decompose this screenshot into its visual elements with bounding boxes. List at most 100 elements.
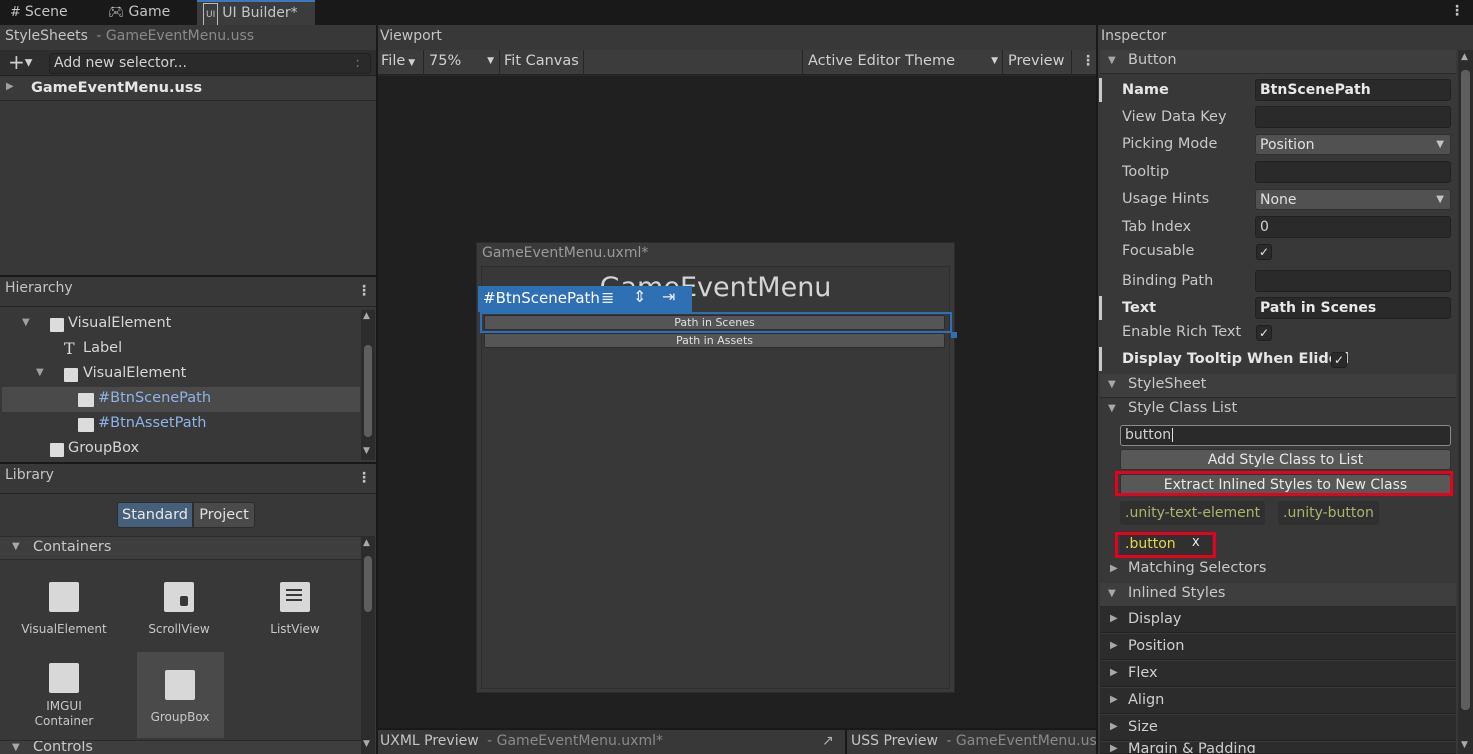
add-stylesheet-icon[interactable]: +▼ bbox=[8, 52, 32, 74]
splitter[interactable] bbox=[0, 462, 376, 464]
resize-handle[interactable] bbox=[951, 332, 957, 338]
divider bbox=[499, 50, 500, 75]
add-style-class-button[interactable]: Add Style Class to List bbox=[1120, 449, 1451, 470]
inspector-section-inlined-styles[interactable]: ▼ Inlined Styles bbox=[1100, 583, 1456, 607]
expand-triangle-icon[interactable]: ▶ bbox=[1110, 563, 1118, 574]
preview-toggle[interactable]: Preview bbox=[1008, 53, 1064, 69]
scroll-up-icon[interactable]: ▲ bbox=[1461, 52, 1468, 62]
file-menu[interactable]: File ▼ bbox=[381, 53, 415, 69]
library-item-scrollview[interactable]: ScrollView bbox=[136, 582, 222, 636]
style-group-position[interactable]: ▶ Position bbox=[1100, 634, 1456, 660]
theme-dropdown[interactable]: Active Editor Theme ▼ bbox=[808, 53, 998, 69]
expand-triangle-icon[interactable]: ▶ bbox=[1110, 694, 1118, 705]
inspector-section-button[interactable]: ▼ Button bbox=[1100, 50, 1456, 74]
display-tooltip-checkbox[interactable]: ✓ bbox=[1331, 352, 1347, 368]
collapse-triangle-icon[interactable]: ▼ bbox=[12, 742, 20, 753]
style-class-chip[interactable]: .unity-text-element bbox=[1120, 501, 1266, 525]
tooltip-field[interactable] bbox=[1255, 161, 1451, 183]
dropdown-arrow-icon: ▼ bbox=[487, 56, 494, 66]
style-group-margin-padding[interactable]: ▶ Margin & Padding bbox=[1100, 742, 1456, 754]
splitter[interactable] bbox=[845, 730, 847, 754]
style-group-flex[interactable]: ▶ Flex bbox=[1100, 661, 1456, 687]
scroll-down-icon[interactable]: ▼ bbox=[1461, 740, 1468, 750]
selector-menu-icon[interactable]: : bbox=[355, 54, 360, 73]
usage-hints-dropdown[interactable]: None ▼ bbox=[1255, 189, 1451, 210]
style-class-input[interactable]: button bbox=[1120, 425, 1451, 446]
inspector-title: Inspector bbox=[1101, 28, 1167, 44]
style-class-chip[interactable]: .unity-button bbox=[1278, 501, 1379, 525]
tab-scene[interactable]: # Scene bbox=[4, 0, 96, 25]
binding-path-field[interactable] bbox=[1255, 270, 1451, 292]
zoom-dropdown[interactable]: 75% ▼ bbox=[429, 53, 497, 69]
uxml-preview-title[interactable]: UXML Preview - GameEventMenu.uxml* bbox=[380, 733, 663, 749]
hierarchy-item[interactable]: #BtnAssetPath bbox=[2, 412, 360, 437]
enable-rich-text-checkbox[interactable]: ✓ bbox=[1256, 325, 1272, 341]
library-item-imgui-container[interactable]: IMGUI Container bbox=[21, 663, 107, 729]
display-tooltip-label: Display Tooltip When Elided bbox=[1122, 351, 1349, 367]
open-external-icon[interactable]: ↗ bbox=[822, 733, 834, 749]
horizontal-stretch-icon[interactable]: ⇥ bbox=[662, 287, 675, 306]
library-scroll-thumb[interactable] bbox=[364, 556, 372, 612]
collapse-triangle-icon[interactable]: ▼ bbox=[1108, 55, 1116, 66]
library-item-listview[interactable]: ListView bbox=[252, 582, 338, 636]
scroll-down-icon[interactable]: ▼ bbox=[363, 739, 370, 749]
style-group-display[interactable]: ▶ Display bbox=[1100, 607, 1456, 633]
fit-canvas-button[interactable]: Fit Canvas bbox=[504, 53, 579, 69]
inspector-scroll-thumb[interactable] bbox=[1461, 70, 1470, 710]
tab-game[interactable]: 🎮︎ Game bbox=[102, 0, 192, 25]
scroll-up-icon[interactable]: ▲ bbox=[363, 311, 370, 321]
hierarchy-menu-icon[interactable]: ⋮ bbox=[357, 283, 371, 299]
dropdown-arrow-icon: ▼ bbox=[1436, 194, 1444, 205]
tab-ui-builder[interactable]: UI UI Builder* bbox=[197, 0, 315, 28]
viewport-menu-icon[interactable]: ⋮ bbox=[1081, 53, 1095, 69]
inspector-section-stylesheet[interactable]: ▼ StyleSheet bbox=[1100, 374, 1456, 398]
scroll-down-icon[interactable]: ▼ bbox=[363, 446, 370, 456]
library-section-containers[interactable]: ▼ Containers bbox=[0, 536, 361, 560]
focusable-checkbox[interactable]: ✓ bbox=[1256, 244, 1272, 260]
matching-selectors-label[interactable]: Matching Selectors bbox=[1128, 560, 1266, 576]
imgui-container-icon bbox=[49, 663, 79, 693]
collapse-triangle-icon[interactable]: ▼ bbox=[1108, 588, 1116, 599]
hierarchy-item[interactable]: ▼ VisualElement bbox=[2, 362, 360, 387]
add-selector-input[interactable]: Add new selector... : bbox=[49, 53, 371, 74]
expand-triangle-icon[interactable]: ▶ bbox=[1110, 743, 1118, 753]
tab-index-field[interactable]: 0 bbox=[1255, 216, 1451, 238]
collapse-triangle-icon[interactable]: ▼ bbox=[1108, 403, 1116, 414]
collapse-triangle-icon[interactable]: ▼ bbox=[12, 541, 20, 552]
text-field[interactable]: Path in Scenes bbox=[1255, 297, 1451, 319]
library-section-controls[interactable]: ▼ Controls bbox=[0, 740, 361, 754]
collapse-triangle-icon[interactable]: ▼ bbox=[1108, 379, 1116, 390]
expand-triangle-icon[interactable]: ▶ bbox=[1110, 613, 1118, 624]
hierarchy-title: Hierarchy bbox=[5, 280, 73, 296]
expand-triangle-icon[interactable]: ▶ bbox=[6, 81, 14, 92]
collapse-triangle-icon[interactable]: ▼ bbox=[22, 317, 30, 328]
splitter[interactable] bbox=[0, 275, 376, 277]
canvas-button-scene-path[interactable]: Path in Scenes bbox=[484, 315, 945, 330]
hierarchy-item-selected[interactable]: #BtnScenePath bbox=[2, 387, 360, 412]
library-tab-standard[interactable]: Standard bbox=[117, 502, 193, 528]
expand-triangle-icon[interactable]: ▶ bbox=[1110, 721, 1118, 732]
library-item-groupbox[interactable]: GroupBox bbox=[137, 670, 223, 724]
picking-mode-dropdown[interactable]: Position ▼ bbox=[1255, 134, 1451, 155]
expand-triangle-icon[interactable]: ▶ bbox=[1110, 667, 1118, 678]
stylesheet-file-row[interactable]: ▶ GameEventMenu.uss bbox=[0, 77, 376, 101]
window-menu-icon[interactable]: ⋮ bbox=[1450, 3, 1464, 19]
collapse-triangle-icon[interactable]: ▼ bbox=[36, 367, 44, 378]
style-group-size[interactable]: ▶ Size bbox=[1100, 715, 1456, 741]
canvas-button-asset-path[interactable]: Path in Assets bbox=[484, 333, 945, 348]
library-item-visualelement[interactable]: VisualElement bbox=[21, 582, 107, 636]
hierarchy-item[interactable]: GroupBox bbox=[2, 437, 360, 462]
hierarchy-item[interactable]: ▼ VisualElement bbox=[2, 312, 360, 337]
hierarchy-scroll-thumb[interactable] bbox=[364, 345, 372, 437]
view-data-key-field[interactable] bbox=[1255, 106, 1451, 128]
align-text-icon[interactable]: ≣ bbox=[601, 288, 614, 307]
expand-triangle-icon[interactable]: ▶ bbox=[1110, 640, 1118, 651]
name-field[interactable]: BtnScenePath bbox=[1255, 79, 1451, 101]
hierarchy-item[interactable]: T Label bbox=[2, 337, 360, 362]
library-tab-project[interactable]: Project bbox=[193, 502, 255, 528]
scroll-up-icon[interactable]: ▲ bbox=[363, 538, 370, 548]
library-menu-icon[interactable]: ⋮ bbox=[357, 470, 371, 486]
vertical-align-icon[interactable]: ⇕ bbox=[633, 287, 646, 306]
style-group-align[interactable]: ▶ Align bbox=[1100, 688, 1456, 714]
uss-preview-title[interactable]: USS Preview - GameEventMenu.us bbox=[851, 733, 1096, 749]
